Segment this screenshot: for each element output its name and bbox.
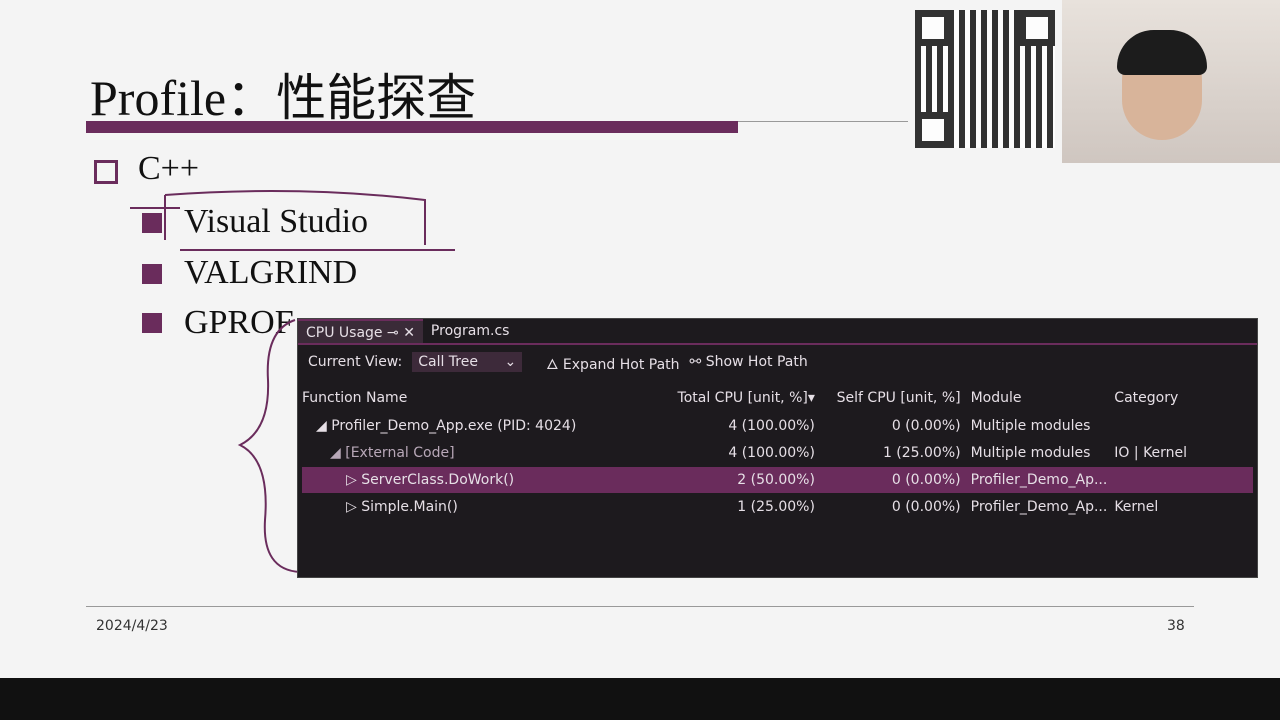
cell-category: IO | Kernel: [1114, 445, 1188, 461]
cell-function: ◢ Profiler_Demo_App.exe (PID: 4024): [302, 418, 677, 434]
col-self-cpu[interactable]: Self CPU [unit, %]: [821, 390, 967, 406]
cell-function: ▷ ServerClass.DoWork(): [302, 472, 677, 488]
slide-date: 2024/4/23: [96, 618, 168, 634]
cell-module: Profiler_Demo_Ap...: [970, 499, 1108, 515]
col-category[interactable]: Category: [1108, 390, 1253, 406]
slide-number: 38: [1167, 618, 1185, 634]
letterbox-bar: [0, 678, 1280, 720]
cell-self: 1 (25.00%): [882, 445, 961, 461]
cell-total: 2 (50.00%): [737, 472, 815, 488]
flame-icon: 🜂: [546, 356, 559, 373]
view-value: Call Tree: [418, 354, 478, 370]
cell-total: 4 (100.00%): [728, 445, 815, 461]
cell-module: Multiple modules: [970, 445, 1091, 461]
footer-divider: [86, 606, 1194, 607]
cell-self: 0 (0.00%): [891, 499, 961, 515]
collapse-icon[interactable]: ◢: [330, 445, 341, 461]
col-module[interactable]: Module: [967, 390, 1109, 406]
table-row-selected[interactable]: ▷ ServerClass.DoWork() 2 (50.00%) 0 (0.0…: [302, 467, 1253, 493]
cell-total: 1 (25.00%): [737, 499, 815, 515]
show-hot-path-button[interactable]: ⚯ Show Hot Path: [690, 354, 808, 370]
current-view-label: Current View:: [308, 354, 403, 370]
tab-label: CPU Usage: [306, 325, 383, 341]
cell-module: Multiple modules: [970, 418, 1091, 434]
collapse-icon[interactable]: ◢: [316, 418, 327, 434]
cell-total: 4 (100.00%): [728, 418, 815, 434]
tab-cpu-usage[interactable]: CPU Usage ⊸ ✕: [298, 319, 423, 343]
function-name: Profiler_Demo_App.exe (PID: 4024): [331, 418, 577, 434]
show-hot-path-label: Show Hot Path: [705, 354, 808, 370]
cell-function: ◢ [External Code]: [302, 445, 677, 461]
expand-icon[interactable]: ▷: [346, 472, 357, 488]
cell-self: 0 (0.00%): [891, 418, 961, 434]
function-name: Simple.Main(): [361, 499, 458, 515]
hot-path-icon: ⚯: [689, 354, 702, 370]
tab-program-cs[interactable]: Program.cs: [423, 319, 518, 343]
col-total-cpu[interactable]: Total CPU [unit, %]▾: [677, 390, 821, 406]
cell-self: 0 (0.00%): [891, 472, 961, 488]
expand-icon[interactable]: ▷: [346, 499, 357, 515]
cell-function: ▷ Simple.Main(): [302, 499, 677, 515]
table-row[interactable]: ◢ [External Code] 4 (100.00%) 1 (25.00%)…: [302, 440, 1253, 466]
table-header: Function Name Total CPU [unit, %]▾ Self …: [302, 385, 1253, 411]
table-row[interactable]: ◢ Profiler_Demo_App.exe (PID: 4024) 4 (1…: [302, 413, 1253, 439]
col-function-name[interactable]: Function Name: [302, 390, 677, 406]
function-name: ServerClass.DoWork(): [361, 472, 515, 488]
chevron-down-icon: ⌄: [504, 354, 517, 370]
expand-hot-path-button[interactable]: 🜂 Expand Hot Path: [546, 348, 679, 377]
col-total-cpu-label: Total CPU [unit, %]: [677, 390, 808, 406]
close-icon[interactable]: ✕: [403, 325, 415, 341]
view-dropdown[interactable]: Call Tree ⌄: [412, 352, 523, 372]
cell-module: Profiler_Demo_Ap...: [970, 472, 1108, 488]
pin-icon[interactable]: ⊸: [387, 325, 399, 341]
cpu-usage-panel: CPU Usage ⊸ ✕ Program.cs Current View: C…: [297, 318, 1258, 578]
table-row[interactable]: ▷ Simple.Main() 1 (25.00%) 0 (0.00%) Pro…: [302, 494, 1253, 520]
function-name: [External Code]: [345, 445, 455, 461]
cell-category: Kernel: [1114, 499, 1159, 515]
expand-hot-path-label: Expand Hot Path: [562, 356, 680, 373]
